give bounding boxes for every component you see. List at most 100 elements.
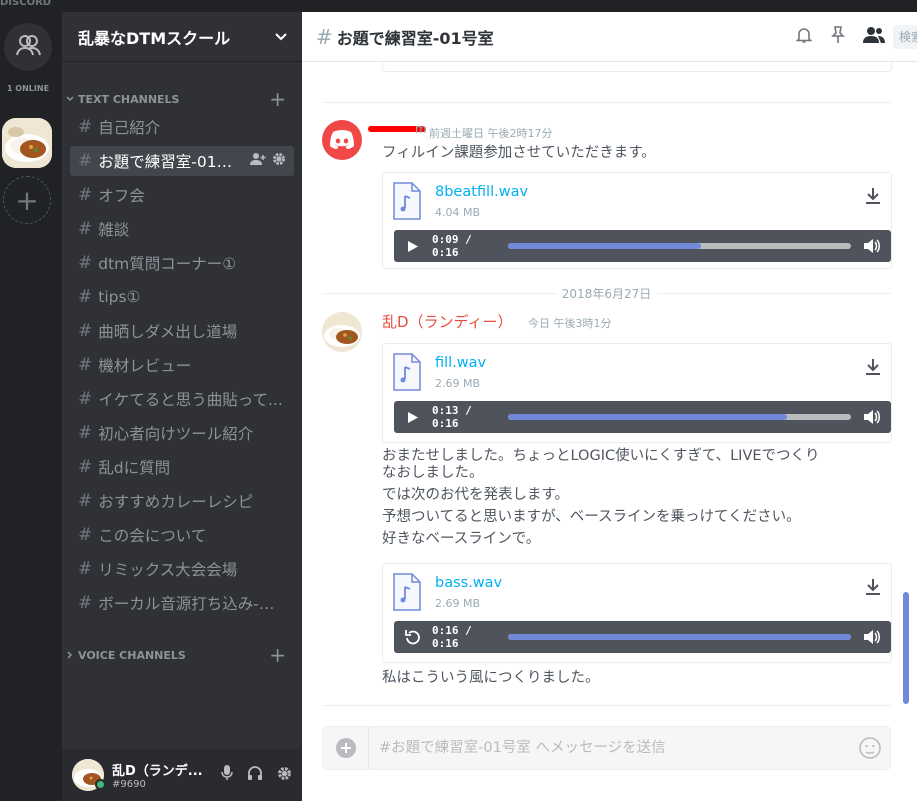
attachment-filename[interactable]: fill.wav <box>435 355 486 371</box>
hash-icon: # <box>78 389 93 409</box>
channel-item[interactable]: # 曲晒しダメ出し道場 <box>70 316 294 346</box>
channel-name: この会について <box>98 527 207 545</box>
volume-icon[interactable] <box>861 238 883 254</box>
channel-item[interactable]: # 初心者向けツール紹介 <box>70 418 294 448</box>
channel-name: tips① <box>98 288 141 306</box>
bell-icon[interactable] <box>795 26 813 48</box>
emoji-button[interactable] <box>850 737 890 759</box>
message-line: おまたせしました。ちょっとLOGIC使いにくすぎて、LIVEでつくり <box>382 448 820 464</box>
server-icon-randtm[interactable] <box>2 118 52 168</box>
channel-name: おすすめカレーレシピ <box>98 493 254 511</box>
add-server-button[interactable]: + <box>3 176 51 224</box>
channel-item[interactable]: # 乱dに質問 <box>70 452 294 482</box>
attachment-filename[interactable]: bass.wav <box>435 575 502 591</box>
message-input[interactable] <box>369 727 850 769</box>
audio-player: 0:16 / 0:16 <box>394 621 891 653</box>
create-voice-channel-icon[interactable]: + <box>269 645 286 665</box>
guild-header[interactable]: 乱暴なDTMスクール <box>62 12 302 62</box>
channel-name: オフ会 <box>98 187 145 205</box>
scrollbar[interactable] <box>903 62 911 712</box>
invite-icon[interactable] <box>250 152 266 170</box>
channel-item[interactable]: # オフ会 <box>70 180 294 210</box>
channel-title: お題で練習室-01号室 <box>336 28 494 48</box>
channel-name: 自己紹介 <box>98 119 161 137</box>
friends-home-button[interactable] <box>4 23 52 71</box>
channel-item[interactable]: # dtm質問コーナー① <box>70 248 294 278</box>
download-icon[interactable] <box>865 187 881 209</box>
seek-bar[interactable] <box>508 243 851 249</box>
download-icon[interactable] <box>865 578 881 600</box>
channel-item[interactable]: # イケてると思う曲貼って... <box>70 384 294 414</box>
hash-icon: # <box>78 321 93 341</box>
friends-icon <box>14 31 42 63</box>
play-button[interactable] <box>402 411 424 424</box>
message-text: フィルイン課題参加させていただきます。 <box>382 145 656 161</box>
message-text: 私はこういう風につくりました。 <box>382 670 600 686</box>
server-rail: 1 ONLINE + <box>0 12 62 801</box>
avatar[interactable] <box>322 120 362 160</box>
online-status-dot <box>95 779 106 790</box>
attachment-size: 2.69 MB <box>435 597 481 610</box>
channel-item[interactable]: # 自己紹介 <box>70 112 294 142</box>
message-timestamp: 今日 午後3時1分 <box>528 317 612 330</box>
channel-item[interactable]: # おすすめカレーレシピ <box>70 486 294 516</box>
message-line: なおしました。 <box>382 465 484 481</box>
audio-file-icon <box>393 182 421 224</box>
audio-player: 0:13 / 0:16 <box>394 401 891 433</box>
channel-item-active[interactable]: # お題で練習室-01号... <box>70 146 294 176</box>
download-icon[interactable] <box>865 358 881 380</box>
hash-icon: # <box>78 559 93 579</box>
channel-item[interactable]: # 雑談 <box>70 214 294 244</box>
playback-time: 0:09 / 0:16 <box>432 233 472 259</box>
playback-time: 0:13 / 0:16 <box>432 404 472 430</box>
text-channels-label: TEXT CHANNELS <box>78 92 180 106</box>
channel-item[interactable]: # tips① <box>70 282 294 312</box>
plus-icon: + <box>15 183 39 217</box>
gear-icon[interactable] <box>272 152 286 170</box>
create-text-channel-icon[interactable]: + <box>269 89 286 109</box>
hash-icon: # <box>78 355 93 375</box>
seek-bar[interactable] <box>508 414 851 420</box>
attachment-filename[interactable]: 8beatfill.wav <box>435 184 528 200</box>
upload-button[interactable] <box>323 727 369 769</box>
text-channels-header[interactable]: TEXT CHANNELS + <box>62 88 302 110</box>
hash-icon: # <box>78 151 93 171</box>
chat-area: # お題で練習室-01号室 検索 m 前週土曜日 午後2時17分 フィルイン課題… <box>302 12 917 801</box>
message-composer <box>322 726 891 770</box>
play-button[interactable] <box>402 240 424 253</box>
channel-item[interactable]: # ボーカル音源打ち込み-は... <box>70 588 294 618</box>
volume-icon[interactable] <box>861 409 883 425</box>
voice-channels-label: VOICE CHANNELS <box>78 648 186 662</box>
headphones-icon[interactable] <box>247 765 263 785</box>
channel-name: dtm質問コーナー① <box>98 255 237 273</box>
seek-bar[interactable] <box>508 634 851 640</box>
channel-sidebar: 乱暴なDTMスクール TEXT CHANNELS + # 自己紹介 # お題で練習室… <box>62 12 302 801</box>
avatar[interactable] <box>322 312 362 352</box>
user-panel: 乱D（ランデ... #9690 <box>62 749 302 801</box>
message-author[interactable]: m <box>415 122 427 136</box>
pin-icon[interactable] <box>831 25 845 48</box>
audio-file-icon <box>393 353 421 395</box>
channel-name: イケてると思う曲貼って... <box>98 391 283 409</box>
hash-icon: # <box>316 24 333 49</box>
message-author[interactable]: 乱D（ランディー） <box>382 311 513 332</box>
members-icon[interactable] <box>863 26 885 48</box>
scrollbar-thumb[interactable] <box>903 592 909 704</box>
channel-list: # 自己紹介 # お題で練習室-01号... # オフ会 # 雑談 # dtm質問コーナー… <box>62 112 302 618</box>
chevron-right-icon <box>66 649 74 662</box>
gear-icon[interactable] <box>277 766 292 785</box>
volume-icon[interactable] <box>861 629 883 645</box>
microphone-icon[interactable] <box>221 765 233 785</box>
date-separator-label: 2018年6月27日 <box>555 285 658 302</box>
hash-icon: # <box>78 593 93 613</box>
audio-attachment: fill.wav 2.69 MB 0:13 / 0:16 <box>382 343 892 443</box>
replay-button[interactable] <box>402 629 424 645</box>
channel-item[interactable]: # 機材レビュー <box>70 350 294 380</box>
search-input[interactable]: 検索 <box>893 24 917 49</box>
discord-logo-icon <box>330 130 354 149</box>
voice-channels-header[interactable]: VOICE CHANNELS + <box>62 644 302 666</box>
channel-item[interactable]: # この会について <box>70 520 294 550</box>
user-discriminator: #9690 <box>112 779 146 790</box>
channel-item[interactable]: # リミックス大会会場 <box>70 554 294 584</box>
audio-file-icon <box>393 573 421 615</box>
